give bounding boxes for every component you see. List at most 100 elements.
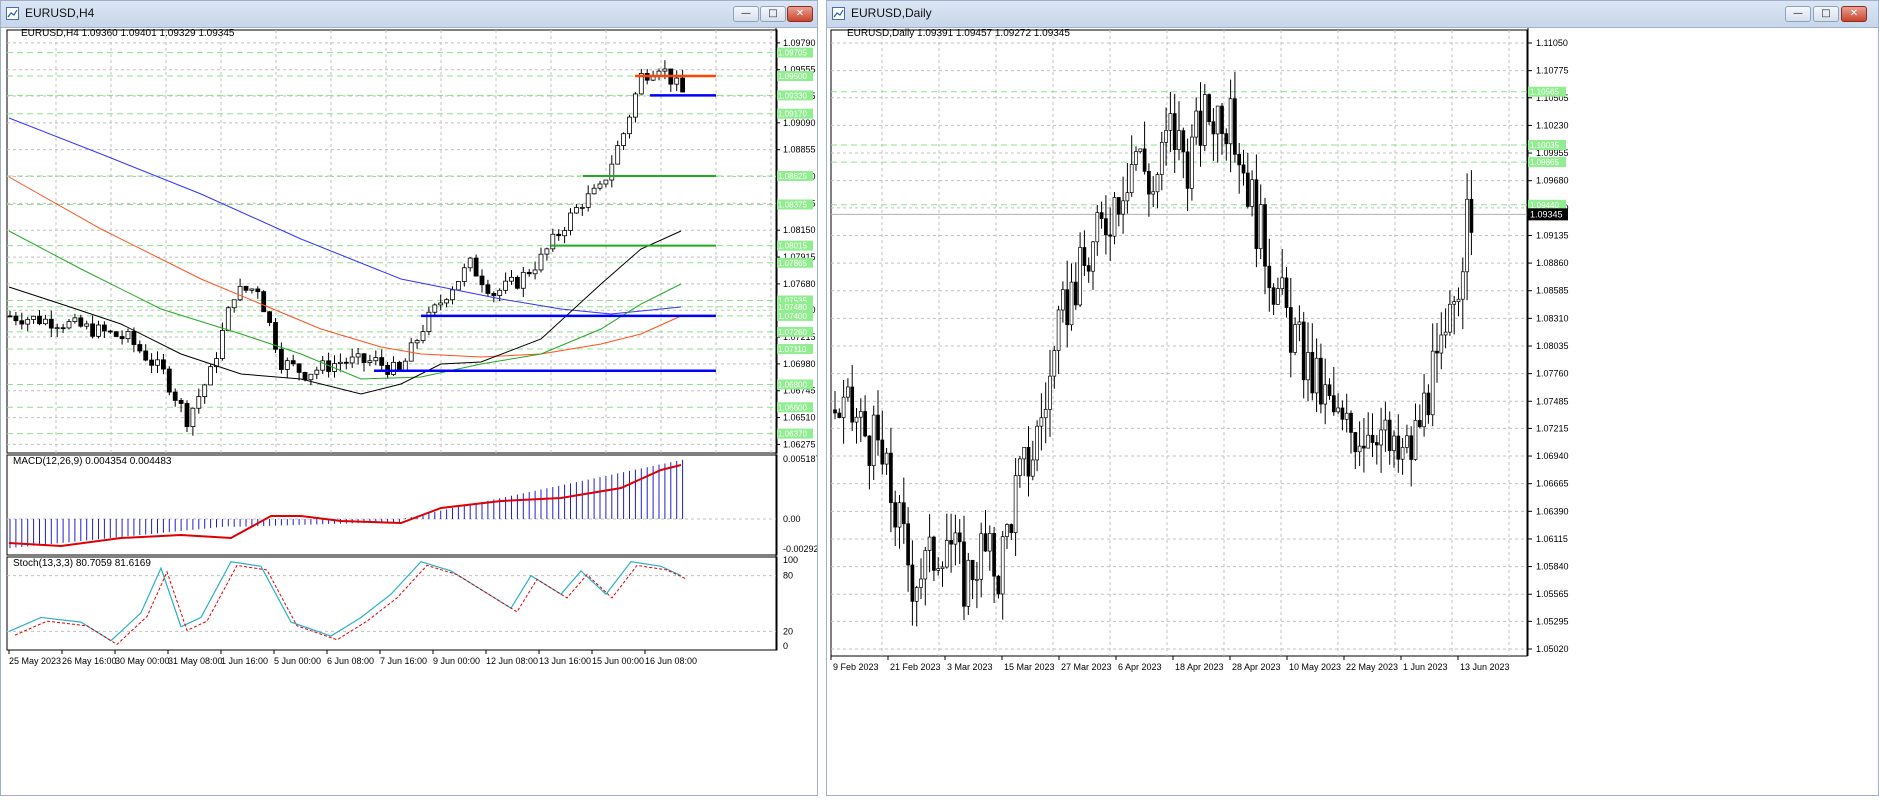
candle-body [927, 536, 932, 551]
minimize-icon[interactable]: — [1785, 6, 1811, 22]
candle-body [1271, 287, 1276, 305]
candle-body [1061, 289, 1065, 311]
candle-body [1413, 420, 1418, 460]
candle-body [1108, 234, 1113, 237]
time-axis-label: 1 Jun 16:00 [221, 656, 268, 666]
price-axis-label: 1.09790 [783, 38, 816, 48]
price-axis-label: 1.09090 [783, 118, 816, 128]
candle-body [615, 145, 621, 165]
candle-body [455, 281, 461, 291]
candle-body [996, 575, 1001, 595]
candle-body [1288, 307, 1293, 353]
daily-info-line: EURUSD,Daily 1.09391 1.09457 1.09272 1.0… [847, 28, 1070, 39]
level-tag-label: 1.06800 [778, 380, 807, 389]
candle-body [1310, 352, 1315, 394]
candle-body [1194, 110, 1199, 138]
h4-titlebar[interactable]: EURUSD,H4 — □ ✕ [1, 1, 817, 28]
price-axis-label: 1.05565 [1536, 589, 1569, 599]
candle-body [1151, 191, 1156, 195]
level-tag-label: 1.09330 [778, 91, 807, 100]
stoch-main-line [8, 560, 682, 642]
candle-body [1469, 198, 1474, 233]
candle-body [391, 361, 396, 375]
candle-body [444, 299, 450, 304]
candle-body [1383, 419, 1388, 431]
restore-icon[interactable]: □ [1813, 6, 1839, 22]
candle-body [107, 330, 113, 333]
level-tag-label: 1.09865 [1530, 158, 1559, 167]
candle-body [550, 233, 556, 250]
h4-chart-window[interactable]: EURUSD,H4 — □ ✕ 1.097901.095551.093251.0… [0, 0, 824, 796]
time-axis-label: 5 Jun 00:00 [274, 656, 321, 666]
candle-body [1392, 435, 1396, 451]
daily-chart-window[interactable]: EURUSD,Daily — □ ✕ 1.11050 1.10775 1.10505… [826, 0, 1879, 796]
candle-body [1353, 432, 1358, 453]
candle-body [1198, 110, 1203, 146]
candle-body [1048, 375, 1052, 410]
candle-body [953, 532, 958, 545]
macd-axis-label: 0.005187 [783, 454, 817, 464]
price-axis-label: 1.06510 [783, 413, 816, 423]
candle-body [473, 257, 479, 277]
level-tag-label: 1.07260 [778, 328, 807, 337]
h4-chart-area[interactable]: 1.097901.095551.093251.090901.088551.086… [1, 28, 824, 796]
price-axis-label: 1.06980 [783, 359, 816, 369]
candle-body [970, 559, 975, 581]
candle-body [43, 318, 48, 325]
time-axis-label: 15 Jun 00:00 [592, 656, 644, 666]
candle-body [296, 363, 302, 373]
candle-body [1233, 98, 1237, 155]
stoch-label: Stoch(13,3,3) 80.7059 81.6169 [13, 558, 151, 569]
close-icon[interactable]: ✕ [1841, 6, 1867, 22]
daily-chart-area[interactable]: 1.11050 1.10775 1.10505 1.10230 1.09955 1.096… [827, 28, 1878, 795]
candle-body [1069, 281, 1074, 326]
time-axis-label: 28 Apr 2023 [1232, 662, 1281, 672]
candle-body [131, 331, 137, 345]
candle-body [544, 248, 550, 255]
candle-body [871, 414, 876, 467]
candle-body [1387, 419, 1392, 451]
candle-body [1091, 241, 1095, 272]
time-axis-label: 6 Jun 08:00 [327, 656, 374, 666]
candle-body [1134, 151, 1138, 165]
candle-body [1276, 288, 1280, 305]
candle-body [1013, 475, 1018, 533]
candle-body [219, 330, 225, 359]
stoch-axis-label: 0 [783, 641, 788, 651]
stoch-axis-label: 100 [783, 555, 798, 565]
candle-body [438, 302, 444, 306]
restore-icon[interactable]: □ [760, 6, 786, 22]
candle-body [1340, 407, 1345, 420]
candle-body [1396, 435, 1401, 460]
price-axis-label: 1.08150 [783, 225, 816, 235]
stoch-signal-line [14, 564, 688, 646]
candle-body [1301, 321, 1306, 381]
ma-50-line [8, 230, 682, 380]
daily-titlebar[interactable]: EURUSD,Daily — □ ✕ [827, 1, 1878, 28]
price-axis-label: 1.07680 [783, 279, 816, 289]
candle-body [1190, 136, 1194, 189]
candle-body [520, 271, 526, 289]
level-tag-label: 1.09705 [778, 49, 807, 58]
candle-body [1220, 105, 1224, 134]
level-tag-label: 1.07865 [778, 259, 807, 268]
candle-body [1448, 303, 1452, 333]
candle-body [1125, 192, 1130, 202]
candle-body [1336, 407, 1340, 413]
price-axis-label: 1.08585 [1536, 286, 1569, 296]
candle-body [160, 359, 166, 370]
close-icon[interactable]: ✕ [787, 6, 813, 22]
candle-body [432, 304, 438, 313]
candle-body [48, 318, 54, 329]
candle-body [889, 452, 893, 503]
time-axis-label: 9 Feb 2023 [833, 662, 879, 672]
candle-body [373, 357, 379, 362]
candle-body [1280, 277, 1285, 289]
candle-body [1228, 98, 1233, 145]
candle-body [503, 280, 509, 291]
candle-body [1030, 459, 1035, 477]
price-axis-label: 1.06390 [1536, 506, 1569, 516]
daily-chart-canvas[interactable]: 1.110501.107751.105051.102301.099551.096… [827, 28, 1878, 796]
minimize-icon[interactable]: — [733, 6, 759, 22]
h4-chart-canvas[interactable]: 1.097901.095551.093251.090901.088551.086… [1, 28, 824, 796]
